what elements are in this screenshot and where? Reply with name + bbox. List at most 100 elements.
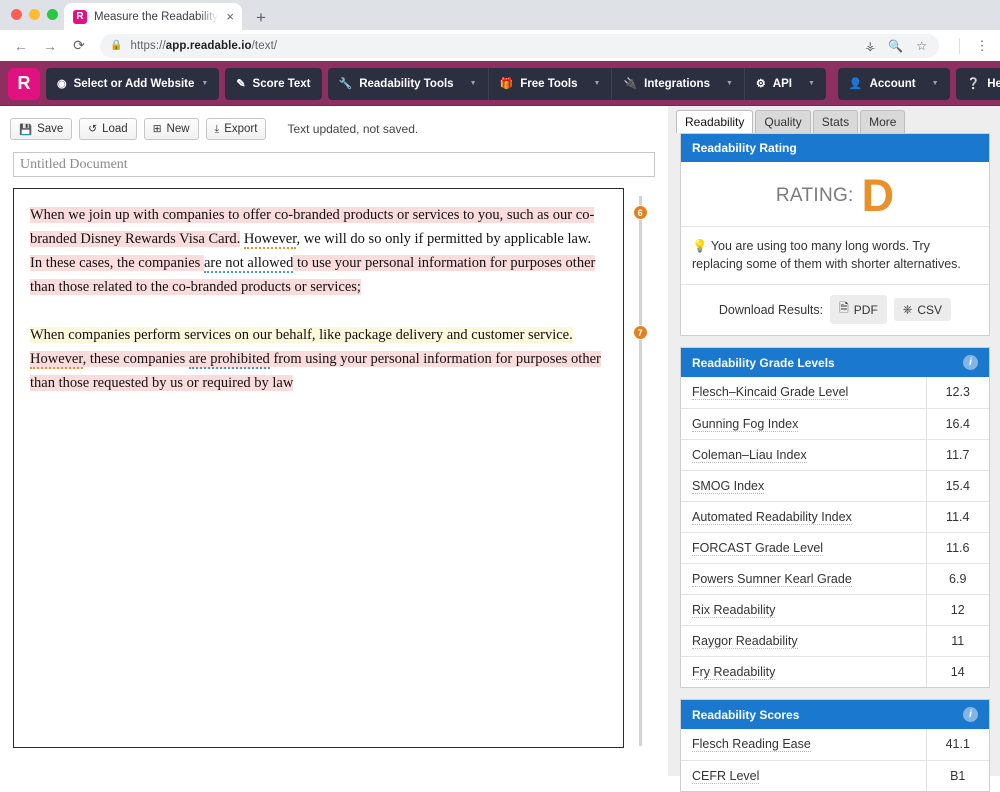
tab-stats[interactable]: Stats xyxy=(812,110,859,133)
readable-logo[interactable]: R xyxy=(8,67,40,100)
rating-label: RATING: xyxy=(775,185,854,206)
nav-label: API xyxy=(772,77,792,90)
download-csv-button[interactable]: ⎈ CSV xyxy=(893,298,952,321)
bookmark-star-icon[interactable]: ☆ xyxy=(916,39,927,53)
issue-marker[interactable]: 6 xyxy=(632,205,648,220)
flagged-phrase[interactable]: are not allowed xyxy=(203,255,294,273)
scores-card: Readability Scores i Flesch Reading Ease… xyxy=(680,699,990,792)
address-bar-row: ← → ⟳ 🔒 https://app.readable.io/text/ ⚶ … xyxy=(0,30,1000,61)
tab-more[interactable]: More xyxy=(860,110,906,133)
nav-label: Help xyxy=(987,77,1000,90)
new-tab-button[interactable]: + xyxy=(256,9,266,30)
wrench-icon: 🔧 xyxy=(338,78,353,90)
table-row: Flesch Reading Ease 41.1 xyxy=(681,729,989,760)
nav-item-integrations[interactable]: 🔌 Integrations ▼ xyxy=(611,67,743,100)
text-segment: In these cases, the companies xyxy=(30,255,204,271)
flagged-phrase[interactable]: are prohibited xyxy=(188,351,270,369)
key-icon[interactable]: ⚶ xyxy=(865,39,875,53)
website-selector-item[interactable]: ◉ Select or Add Website ▼ xyxy=(46,68,219,100)
load-label: Load xyxy=(102,123,128,135)
nav-help-group[interactable]: ❔ Help xyxy=(955,67,1000,100)
metric-name[interactable]: Raygor Readability xyxy=(681,624,926,656)
gutter-track[interactable] xyxy=(638,196,642,746)
tab-readability[interactable]: Readability xyxy=(676,110,754,133)
issue-marker[interactable]: 7 xyxy=(632,325,648,340)
divider xyxy=(959,37,960,54)
info-icon[interactable]: i xyxy=(963,355,978,370)
close-window-button[interactable] xyxy=(11,9,22,20)
flagged-phrase[interactable]: However xyxy=(243,231,297,249)
metric-name[interactable]: Flesch Reading Ease xyxy=(681,729,926,760)
metric-name[interactable]: CEFR Level xyxy=(681,759,926,791)
metric-value: 6.9 xyxy=(925,562,989,594)
results-pane: Readability Quality Stats More Readability … xyxy=(668,106,1000,792)
document-title-input[interactable]: Untitled Document xyxy=(13,152,655,177)
nav-label: Free Tools xyxy=(520,77,578,90)
minimize-window-button[interactable] xyxy=(29,9,40,20)
omnibox-icons: ⚶ 🔍 ☆ xyxy=(865,39,929,53)
download-icon: ⤓ xyxy=(214,122,220,135)
back-icon[interactable]: ← xyxy=(8,33,34,59)
metric-name[interactable]: FORCAST Grade Level xyxy=(681,531,926,563)
metric-value: 12.3 xyxy=(925,377,989,408)
nav-item-free-tools[interactable]: 🎁 Free Tools ▼ xyxy=(487,67,612,100)
grade-levels-card: Readability Grade Levels i Flesch–Kincai… xyxy=(680,347,990,688)
nav-item-readability-tools[interactable]: 🔧 Readability Tools ▼ xyxy=(328,68,488,100)
zoom-out-icon[interactable]: 🔍 xyxy=(888,39,903,53)
url-text: https://app.readable.io/text/ xyxy=(130,39,278,52)
nav-item-score-text[interactable]: ✎ Score Text xyxy=(225,68,321,100)
metric-name[interactable]: Rix Readability xyxy=(681,593,926,625)
table-row: Flesch–Kincaid Grade Level 12.3 xyxy=(681,377,989,408)
maximize-window-button[interactable] xyxy=(47,9,58,20)
save-label: Save xyxy=(37,123,64,135)
metric-name[interactable]: Powers Sumner Kearl Grade xyxy=(681,562,926,594)
results-tabs: Readability Quality Stats More xyxy=(668,106,1000,133)
metric-name[interactable]: SMOG Index xyxy=(681,469,926,501)
flagged-phrase[interactable]: However xyxy=(30,351,83,369)
tab-quality[interactable]: Quality xyxy=(755,110,811,133)
nav-item-account[interactable]: 👤 Account ▼ xyxy=(838,68,950,100)
close-tab-icon[interactable]: × xyxy=(225,10,235,23)
browser-chrome: R Measure the Readability of Tex × + ← →… xyxy=(0,0,1000,61)
table-row: FORCAST Grade Level 11.6 xyxy=(681,531,989,563)
rating-card-header: Readability Rating xyxy=(681,134,989,162)
nav-tools-group[interactable]: 🔧 Readability Tools ▼ 🎁 Free Tools ▼ 🔌 I… xyxy=(327,67,826,100)
save-button[interactable]: 💾 Save xyxy=(10,118,73,140)
document-title-placeholder: Untitled Document xyxy=(20,156,128,172)
browser-menu-icon[interactable]: ⋮ xyxy=(972,38,992,54)
metric-value: 12 xyxy=(925,593,989,625)
nav-label: Readability Tools xyxy=(359,77,454,90)
export-button[interactable]: ⤓ Export xyxy=(205,118,267,140)
address-bar[interactable]: 🔒 https://app.readable.io/text/ ⚶ 🔍 ☆ xyxy=(100,33,939,58)
text-editor[interactable]: When we join up with companies to offer … xyxy=(13,188,624,748)
download-pdf-button[interactable]: 🗎 PDF xyxy=(830,295,887,324)
metric-name[interactable]: Flesch–Kincaid Grade Level xyxy=(681,377,926,408)
new-label: New xyxy=(166,123,190,135)
new-button[interactable]: ⊞ New xyxy=(143,118,199,140)
metric-value: 14 xyxy=(925,655,989,687)
issue-gutter: 67 xyxy=(624,188,655,748)
text-segment: When companies perform services on our b… xyxy=(30,327,573,343)
rating-card-title: Readability Rating xyxy=(692,141,797,155)
reload-icon[interactable]: ⟳ xyxy=(66,33,92,59)
info-icon[interactable]: i xyxy=(963,707,978,722)
metric-name[interactable]: Fry Readability xyxy=(681,655,926,687)
save-status-text: Text updated, not saved. xyxy=(287,122,419,136)
forward-icon[interactable]: → xyxy=(37,33,63,59)
nav-item-help[interactable]: ❔ Help xyxy=(956,68,1000,100)
rating-row: RATING: D xyxy=(681,162,989,227)
window-controls xyxy=(11,9,58,20)
browser-tab[interactable]: R Measure the Readability of Tex × xyxy=(64,3,242,30)
scores-header: Readability Scores i xyxy=(681,700,989,729)
metric-name[interactable]: Automated Readability Index xyxy=(681,500,926,532)
load-button[interactable]: ↺ Load xyxy=(79,118,137,140)
nav-score-text[interactable]: ✎ Score Text xyxy=(225,67,322,100)
metric-name[interactable]: Gunning Fog Index xyxy=(681,407,926,439)
nav-item-api[interactable]: ⚙ API ▼ xyxy=(743,67,826,100)
gift-icon: 🎁 xyxy=(499,78,514,90)
metric-name[interactable]: Coleman–Liau Index xyxy=(681,438,926,470)
nav-account-group[interactable]: 👤 Account ▼ xyxy=(837,67,950,100)
pdf-file-icon: 🗎 xyxy=(839,301,849,315)
website-selector[interactable]: ◉ Select or Add Website ▼ xyxy=(46,67,220,100)
grade-levels-title: Readability Grade Levels xyxy=(692,355,835,370)
